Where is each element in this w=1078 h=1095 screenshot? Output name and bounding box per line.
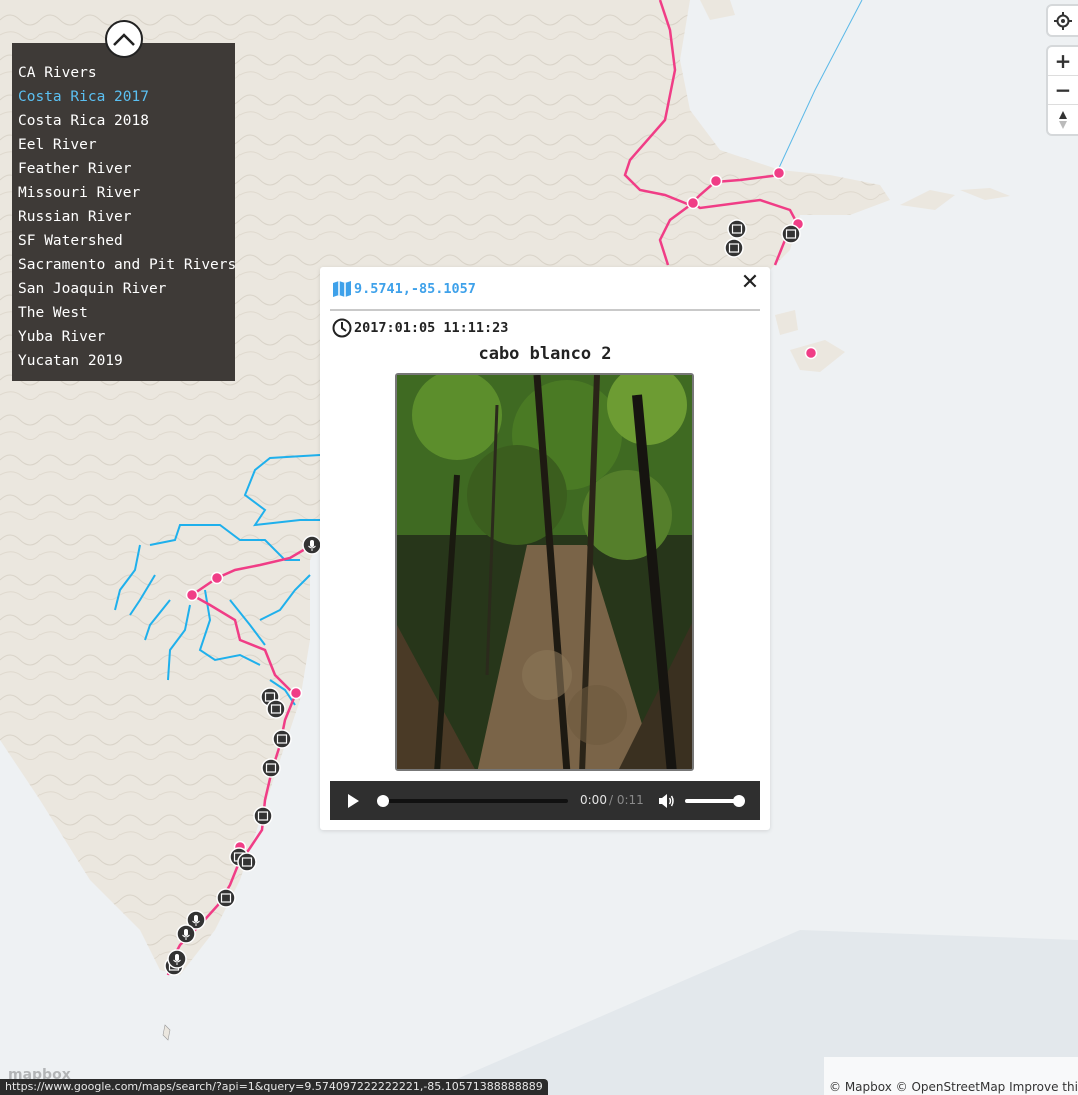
audio-duration: / 0:11 <box>609 793 644 807</box>
clock-icon <box>332 318 352 338</box>
status-bar-url: https://www.google.com/maps/search/?api=… <box>0 1079 548 1095</box>
audio-player: 0:00 / 0:11 <box>330 781 760 820</box>
forest-photo[interactable] <box>395 373 694 771</box>
chevron-up-icon <box>113 33 135 46</box>
geolocate-button[interactable] <box>1048 6 1078 35</box>
layer-item-ca-rivers[interactable]: CA Rivers <box>12 61 235 85</box>
timestamp-text: 2017:01:05 11:11:23 <box>354 320 509 336</box>
compass-button[interactable] <box>1048 105 1078 134</box>
collapse-menu-button[interactable] <box>105 20 143 58</box>
audio-current-time: 0:00 <box>580 793 607 807</box>
photo-image <box>397 375 692 769</box>
close-popup-button[interactable]: ✕ <box>740 272 760 294</box>
layer-item-eel-river[interactable]: Eel River <box>12 133 235 157</box>
layer-item-san-joaquin[interactable]: San Joaquin River <box>12 277 235 301</box>
coordinates-text: 9.5741,-85.1057 <box>354 281 476 297</box>
map-icon <box>333 281 351 297</box>
coordinates-link[interactable]: 9.5741,-85.1057 <box>332 280 476 298</box>
layer-item-yuba-river[interactable]: Yuba River <box>12 325 235 349</box>
play-icon[interactable] <box>344 792 362 810</box>
layer-menu: CA Rivers Costa Rica 2017 Costa Rica 201… <box>12 43 236 381</box>
volume-icon[interactable] <box>657 792 675 810</box>
layer-item-russian-river[interactable]: Russian River <box>12 205 235 229</box>
layer-item-sf-watershed[interactable]: SF Watershed <box>12 229 235 253</box>
navigation-control: + − <box>1048 47 1078 134</box>
layer-item-feather-river[interactable]: Feather River <box>12 157 235 181</box>
volume-slider[interactable] <box>685 799 740 803</box>
layer-item-costa-rica-2017[interactable]: Costa Rica 2017 <box>12 85 235 109</box>
map-attribution[interactable]: © Mapbox © OpenStreetMap Improve this ma… <box>824 1057 1078 1095</box>
popup-divider <box>330 309 760 311</box>
media-popup: ✕ 9.5741,-85.1057 2017:01:05 11:11:23 ca… <box>320 267 770 830</box>
audio-seek-thumb[interactable] <box>377 795 389 807</box>
layer-item-yucatan-2019[interactable]: Yucatan 2019 <box>12 349 235 373</box>
popup-title: cabo blanco 2 <box>478 344 612 364</box>
volume-thumb[interactable] <box>733 795 745 807</box>
layer-item-costa-rica-2018[interactable]: Costa Rica 2018 <box>12 109 235 133</box>
zoom-in-button[interactable]: + <box>1048 47 1078 76</box>
crosshair-icon <box>1054 11 1072 30</box>
zoom-out-button[interactable]: − <box>1048 76 1078 105</box>
layer-item-missouri-river[interactable]: Missouri River <box>12 181 235 205</box>
compass-icon <box>1059 110 1067 129</box>
layer-item-the-west[interactable]: The West <box>12 301 235 325</box>
audio-seek-bar[interactable] <box>378 799 568 803</box>
layer-item-sacramento-pit[interactable]: Sacramento and Pit Rivers <box>12 253 236 277</box>
geolocate-control <box>1048 6 1078 35</box>
timestamp-row: 2017:01:05 11:11:23 <box>332 318 508 338</box>
